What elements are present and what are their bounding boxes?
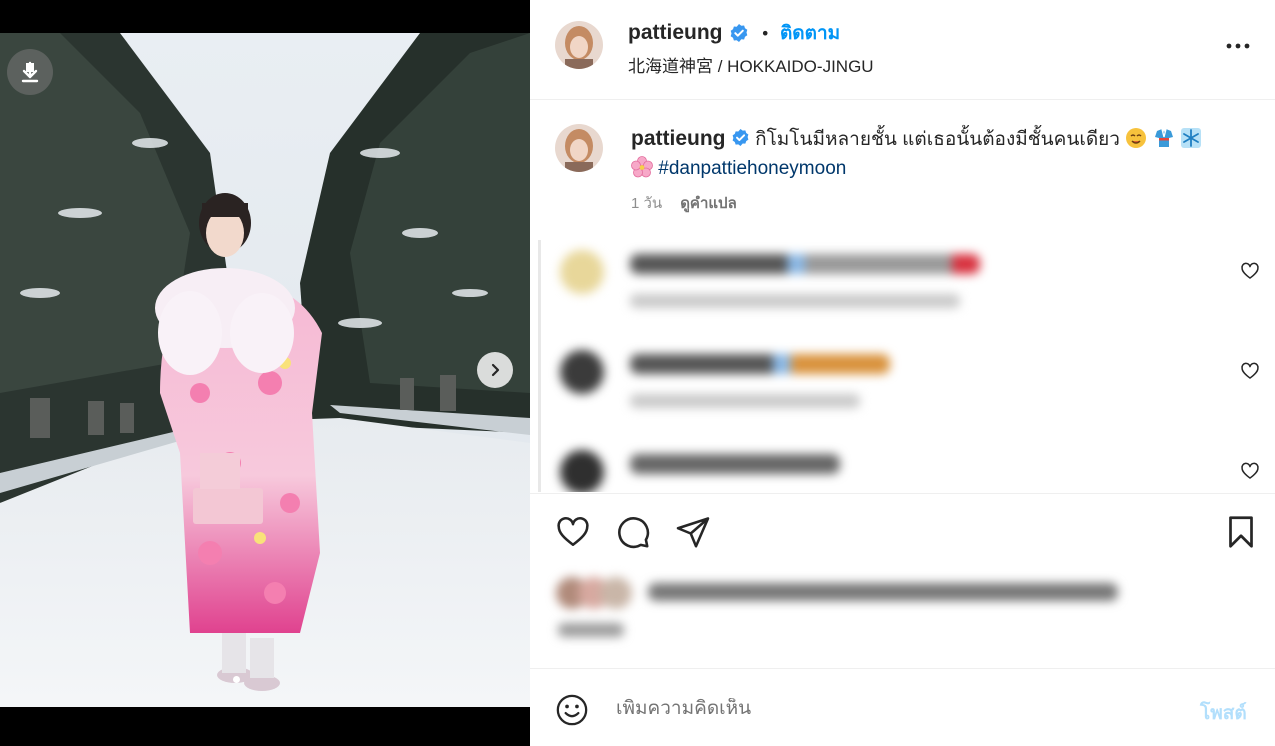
caption-meta: 1 วัน ดูคำแปล: [631, 191, 737, 215]
caption-avatar[interactable]: [555, 124, 603, 172]
comment-item: [538, 340, 1275, 440]
share-button[interactable]: [675, 514, 711, 554]
snowflake-emoji-icon: [1180, 128, 1201, 148]
post-comment-button[interactable]: โพสต์: [1200, 698, 1247, 728]
download-button[interactable]: [7, 49, 53, 95]
comment-avatar: [560, 350, 604, 394]
more-options-button[interactable]: [1225, 34, 1251, 62]
like-button[interactable]: [555, 514, 591, 554]
post-details-panel: pattieung • ติดตาม 北海道神宮 / HOKKAIDO-JING…: [530, 0, 1275, 746]
caption-text: กิโมโนมีหลายชั้น แต่เธอนั้นต้องมีชั้นคนเ…: [755, 129, 1120, 150]
comment-meta: [630, 394, 860, 408]
emoji-icon[interactable]: [555, 693, 589, 727]
comment-meta: [630, 294, 960, 308]
download-icon: [21, 61, 39, 83]
caption-hashtag[interactable]: #danpattiehoneymoon: [658, 158, 846, 179]
divider: [530, 493, 1275, 494]
follow-button[interactable]: ติดตาม: [780, 18, 840, 48]
face-emoji-icon: [1126, 128, 1147, 148]
comment-like-icon[interactable]: [1240, 361, 1260, 381]
see-translation-button[interactable]: ดูคำแปล: [680, 191, 737, 215]
header-separator: •: [760, 23, 770, 43]
comment-text: [630, 354, 890, 374]
carousel-indicator: [233, 676, 240, 683]
post-location[interactable]: 北海道神宮 / HOKKAIDO-JINGU: [628, 52, 874, 77]
post-photo[interactable]: [0, 33, 530, 707]
heart-icon: [557, 516, 589, 547]
kimono-emoji-icon: [1154, 128, 1173, 147]
comment-button[interactable]: [615, 514, 651, 554]
post-header: pattieung • ติดตาม 北海道神宮 / HOKKAIDO-JING…: [530, 0, 1275, 100]
comment-text: [630, 254, 980, 274]
cherry-blossom-emoji-icon: [631, 156, 653, 178]
share-icon: [676, 517, 710, 548]
verified-badge-icon: [732, 128, 749, 147]
bookmark-icon: [1229, 516, 1253, 548]
comments-list: [538, 240, 1275, 492]
post-caption: pattieung กิโมโนมีหลายชั้น แต่เธอนั้นต้อ…: [631, 124, 1241, 183]
more-icon: [1226, 43, 1250, 49]
add-comment-bar: โพสต์: [530, 668, 1275, 746]
comment-item: [538, 440, 1275, 492]
comment-like-icon[interactable]: [1240, 461, 1260, 481]
chevron-right-icon: [491, 363, 500, 377]
comment-avatar: [560, 250, 604, 294]
caption-username[interactable]: pattieung: [631, 127, 726, 150]
comment-like-icon[interactable]: [1240, 261, 1260, 281]
caption-time[interactable]: 1 วัน: [631, 191, 662, 215]
verified-badge-icon: [730, 24, 747, 42]
likes-summary[interactable]: [556, 575, 1118, 611]
post-media: [0, 0, 530, 746]
author-avatar[interactable]: [555, 21, 603, 69]
save-button[interactable]: [1223, 514, 1259, 554]
likes-text: [648, 583, 1118, 601]
comment-avatar: [560, 450, 604, 492]
comment-text: [630, 454, 840, 474]
comment-input[interactable]: [616, 698, 1156, 720]
liker-avatar: [600, 577, 632, 609]
comment-icon: [618, 517, 650, 549]
header-title-row: pattieung • ติดตาม: [628, 20, 840, 46]
comment-item: [538, 240, 1275, 340]
author-username[interactable]: pattieung: [628, 21, 723, 45]
next-photo-button[interactable]: [477, 352, 513, 388]
post-date: [558, 623, 624, 637]
